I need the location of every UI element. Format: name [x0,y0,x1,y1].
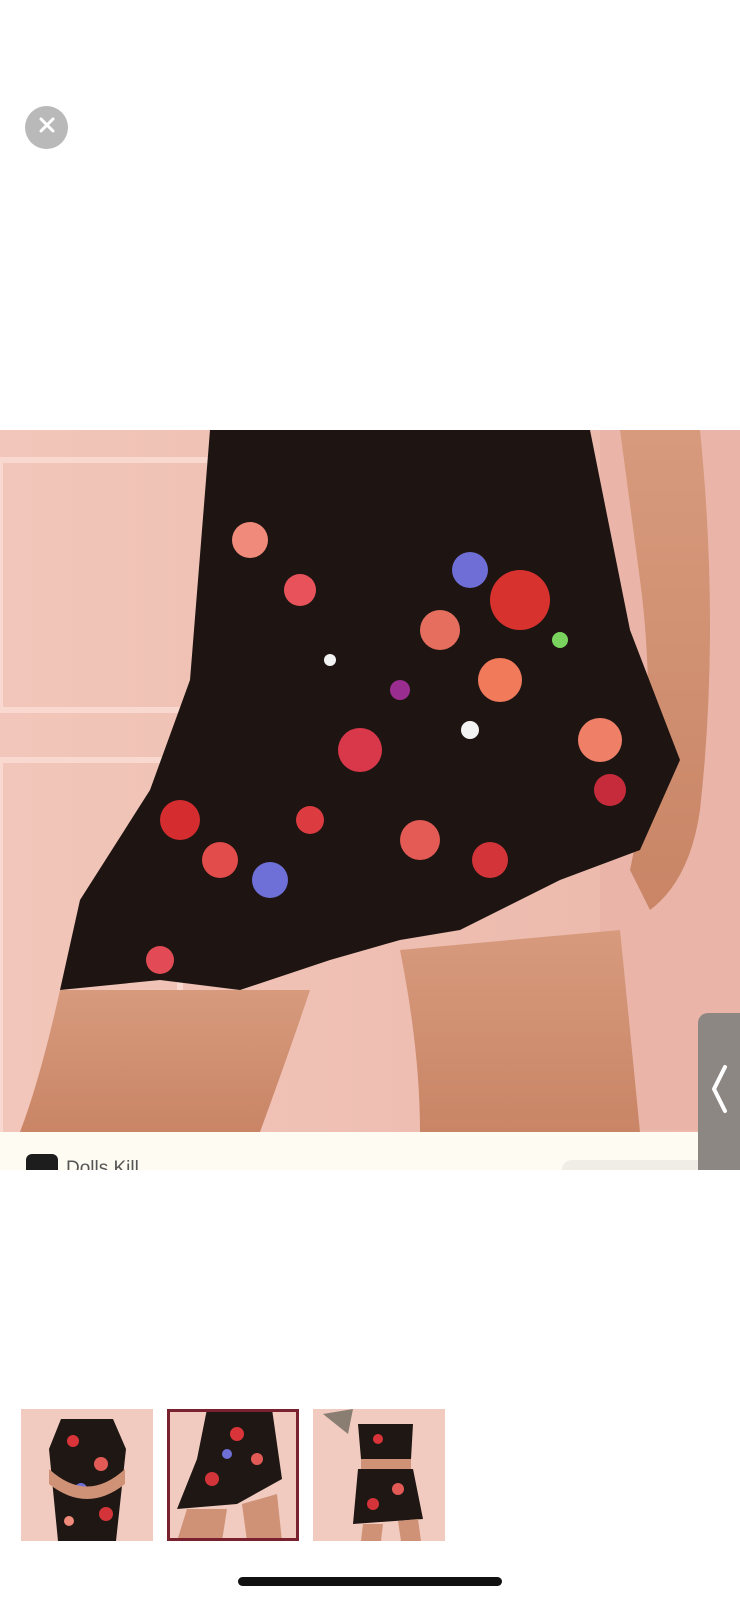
product-main-image: Dolls Kill [0,430,740,1170]
thumbnail-3[interactable] [313,1409,445,1541]
thumbnail-1[interactable] [21,1409,153,1541]
chevron-left-icon [708,1063,730,1120]
brand-logo-icon [26,1154,58,1170]
close-icon [37,115,57,140]
side-panel-tab[interactable] [698,1013,740,1170]
close-button[interactable] [25,106,68,149]
thumbnail-2[interactable] [167,1409,299,1541]
image-caption-strip: Dolls Kill [0,1132,740,1170]
home-indicator [238,1577,502,1586]
product-photo [0,430,740,1170]
caption-pill [562,1160,712,1170]
brand-name: Dolls Kill [66,1158,139,1170]
